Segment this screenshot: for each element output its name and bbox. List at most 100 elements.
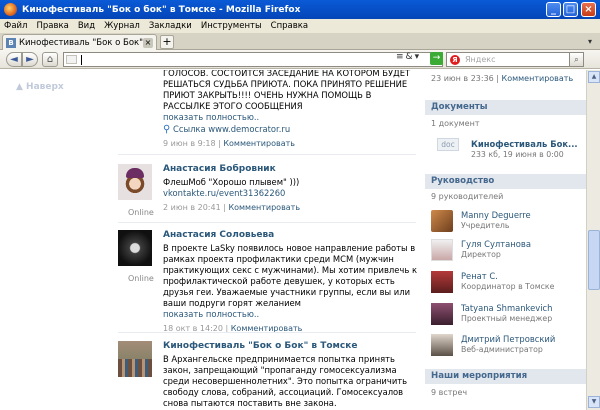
manager-role: Проектный менеджер [461, 314, 553, 323]
post-body: Анастасия Соловьева В проекте LaSky появ… [163, 230, 418, 333]
text-cursor [81, 55, 82, 65]
manager-role: Учредитель [461, 221, 510, 230]
post-author-link[interactable]: Кинофестиваль "Бок о Бок" в Томске [163, 341, 418, 351]
manager-item: Ренат С. Координатор в Томске [431, 271, 586, 297]
list-all-tabs-icon[interactable]: ▾ [588, 37, 592, 46]
post-text: В проекте LaSky появилось новое направле… [163, 243, 418, 308]
avatar[interactable] [431, 303, 453, 325]
post-meta: 9 июн в 9:18 | Комментировать [163, 139, 295, 148]
avatar[interactable] [431, 334, 453, 356]
fragment-date: 23 июн в 23:36 [431, 74, 494, 83]
navigation-toolbar: ◄ ► ⌂ ≡ & ▾ → Я Яндекс ⌕ [0, 50, 600, 69]
menu-bar: Файл Правка Вид Журнал Закладки Инструме… [0, 19, 600, 33]
url-input[interactable] [63, 52, 443, 67]
ampersand-icon[interactable]: & [406, 52, 413, 62]
manager-name-link[interactable]: Manny Deguerre [461, 210, 531, 220]
manager-role: Веб-администратор [461, 345, 543, 354]
documents-count: 1 документ [431, 119, 480, 128]
document-info: 233 кб, 19 июня в 0:00 [471, 150, 564, 159]
post-divider [118, 332, 416, 333]
event-link[interactable]: vkontakte.ru/event31362260 [163, 188, 285, 198]
attached-link-text: Ссылка www.democrator.ru [173, 124, 291, 134]
close-window-button[interactable]: × [581, 2, 596, 17]
vertical-scrollbar[interactable]: ▲ ▼ [586, 70, 600, 410]
menu-history[interactable]: Журнал [104, 21, 140, 31]
avatar[interactable] [431, 210, 453, 232]
maximize-button[interactable]: □ [563, 2, 578, 17]
manager-name-link[interactable]: Tatyana Shmankevich [461, 303, 552, 313]
menu-tools[interactable]: Инструменты [201, 21, 262, 31]
site-identity-icon[interactable] [66, 55, 77, 64]
search-placeholder: Яндекс [465, 55, 496, 64]
menu-file[interactable]: Файл [4, 21, 27, 31]
post-text: ГОЛОСОВ. СОСТОИТСЯ ЗАСЕДАНИЕ НА КОТОРОМ … [163, 70, 411, 111]
attached-link[interactable]: ⚲ Ссылка www.democrator.ru [163, 124, 418, 135]
document-link[interactable]: Кинофестиваль Бок... [471, 139, 578, 149]
post-body: Кинофестиваль "Бок о Бок" в Томске В Арх… [163, 341, 418, 409]
scroll-down-arrow-icon[interactable]: ▼ [588, 396, 600, 408]
yandex-engine-icon[interactable]: Я [450, 55, 460, 65]
avatar[interactable] [118, 341, 152, 377]
post-divider [118, 154, 416, 155]
comment-link[interactable]: Комментировать [228, 203, 300, 212]
close-tab-icon[interactable]: × [143, 37, 153, 48]
document-icon[interactable]: doc [437, 138, 459, 151]
scrollbar-thumb[interactable] [588, 230, 600, 290]
scroll-to-top-link[interactable]: ▲ Наверх [16, 82, 64, 92]
search-input[interactable]: Я Яндекс ⌕ [446, 52, 584, 67]
management-header[interactable]: Руководство [425, 174, 586, 189]
comment-link[interactable]: Комментировать [223, 139, 295, 148]
post-author-link[interactable]: Анастасия Соловьева [163, 230, 418, 240]
browser-tab[interactable]: В Кинофестиваль "Бок о Бок" в Томске × [2, 34, 157, 50]
manager-name-link[interactable]: Гуля Султанова [461, 239, 531, 249]
events-count: 9 встреч [431, 388, 468, 397]
avatar[interactable] [431, 239, 453, 261]
menu-view[interactable]: Вид [78, 21, 95, 31]
online-status: Online [128, 208, 154, 217]
events-header[interactable]: Наши мероприятия [425, 369, 586, 384]
post-text-content: ФлешМоб "Хорошо плывем" ))) [163, 177, 300, 187]
management-count: 9 руководителей [431, 192, 504, 201]
search-button[interactable]: ⌕ [569, 52, 584, 67]
online-status: Online [128, 274, 154, 283]
firefox-logo-icon [4, 3, 17, 16]
new-tab-button[interactable]: + [160, 35, 174, 49]
menu-edit[interactable]: Правка [36, 21, 68, 31]
manager-role: Координатор в Томске [461, 282, 555, 291]
forward-button[interactable]: ► [22, 52, 38, 67]
post-body: ГОЛОСОВ. СОСТОИТСЯ ЗАСЕДАНИЕ НА КОТОРОМ … [163, 70, 418, 148]
vk-favicon-icon: В [6, 37, 16, 48]
documents-header[interactable]: Документы [425, 100, 586, 115]
minimize-button[interactable]: _ [546, 2, 561, 17]
tab-bar: В Кинофестиваль "Бок о Бок" в Томске × +… [0, 33, 600, 50]
manager-name-link[interactable]: Ренат С. [461, 271, 498, 281]
post-author-link[interactable]: Анастасия Бобровник [163, 164, 418, 174]
manager-item: Дмитрий Петровский Веб-администратор [431, 334, 586, 360]
post-body: Анастасия Бобровник ФлешМоб "Хорошо плыв… [163, 164, 418, 212]
avatar[interactable] [118, 164, 152, 200]
avatar[interactable] [118, 230, 152, 266]
menu-bookmarks[interactable]: Закладки [149, 21, 192, 31]
url-actions: ≡ & ▾ [396, 52, 419, 62]
post-date: 9 июн в 9:18 [163, 139, 216, 148]
fragment-comment-link[interactable]: Комментировать [502, 74, 574, 83]
post-divider [118, 222, 416, 223]
home-button[interactable]: ⌂ [42, 52, 58, 67]
window-title: Кинофестиваль "Бок о бок" в Томске - Moz… [22, 4, 301, 15]
page-content: ▲ Наверх ГОЛОСОВ. СОСТОИТСЯ ЗАСЕДАНИЕ НА… [0, 70, 586, 410]
menu-help[interactable]: Справка [271, 21, 308, 31]
feed-icon[interactable]: ≡ [396, 52, 404, 62]
show-more-link[interactable]: показать полностью.. [163, 112, 418, 123]
post-date: 2 июн в 20:41 [163, 203, 221, 212]
scroll-up-arrow-icon[interactable]: ▲ [588, 71, 600, 83]
go-button[interactable]: → [430, 52, 443, 65]
post-text: ФлешМоб "Хорошо плывем" ))) vkontakte.ru… [163, 177, 418, 199]
back-button[interactable]: ◄ [6, 52, 22, 67]
history-dropdown-icon[interactable]: ▾ [415, 52, 420, 62]
tab-title: Кинофестиваль "Бок о Бок" в Томске [19, 37, 143, 48]
post-meta: 2 июн в 20:41 | Комментировать [163, 203, 301, 212]
manager-item: Tatyana Shmankevich Проектный менеджер [431, 303, 586, 329]
avatar[interactable] [431, 271, 453, 293]
manager-name-link[interactable]: Дмитрий Петровский [461, 334, 555, 344]
show-more-link[interactable]: показать полностью.. [163, 309, 418, 320]
